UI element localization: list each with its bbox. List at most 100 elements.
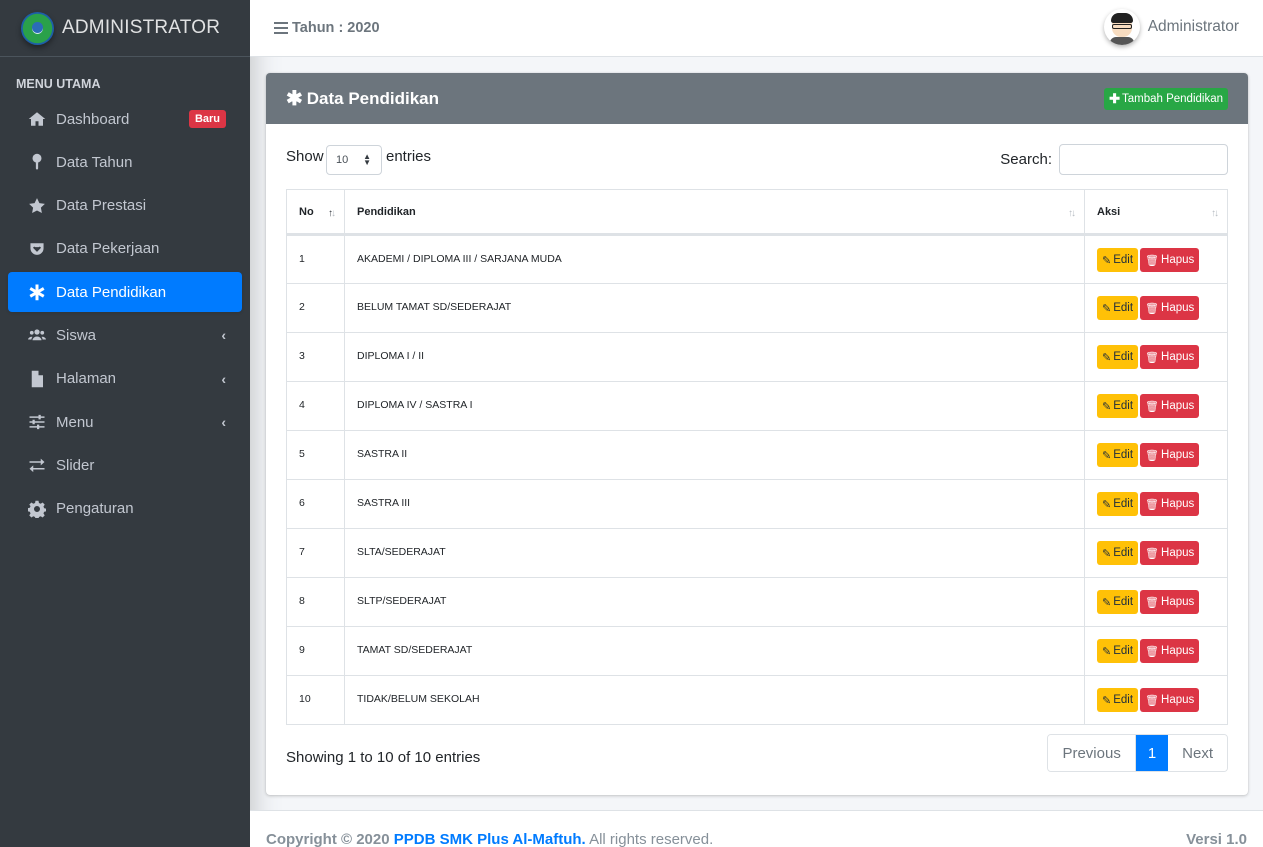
- footer: Copyright © 2020 PPDB SMK Plus Al-Maftuh…: [250, 810, 1263, 847]
- cell-aksi: ✎ Edit 🗑 Hapus: [1084, 626, 1228, 676]
- entries-length-select[interactable]: 10 ▲ ▼: [326, 145, 382, 175]
- table-controls: Show 10 ▲ ▼ entries Search:: [286, 144, 1228, 176]
- table-row: 3 DIPLOMA I / II ✎ Edit 🗑 Hapus: [286, 332, 1228, 382]
- edit-button[interactable]: ✎ Edit: [1097, 248, 1139, 272]
- sidebar-item-halaman[interactable]: Halaman ‹: [8, 359, 242, 399]
- trash-icon: 🗑: [1145, 547, 1160, 560]
- avatar: [1103, 9, 1140, 45]
- column-header-aksi[interactable]: Aksi ↑↓: [1084, 189, 1228, 236]
- sidebar-item-menu[interactable]: Menu ‹: [8, 402, 242, 442]
- cell-aksi: ✎ Edit 🗑 Hapus: [1084, 577, 1228, 627]
- sidebar: ADMINISTRATOR MENU UTAMA Dashboard Baru …: [0, 0, 250, 847]
- edit-icon: ✎: [1102, 596, 1112, 609]
- delete-button[interactable]: 🗑 Hapus: [1140, 443, 1200, 467]
- brand-logo: [21, 11, 54, 45]
- table-row: 6 SASTRA III ✎ Edit 🗑 Hapus: [286, 479, 1228, 529]
- cell-aksi: ✎ Edit 🗑 Hapus: [1084, 528, 1228, 578]
- edit-button[interactable]: ✎ Edit: [1097, 639, 1139, 663]
- sort-asc-icon: ↑↓: [328, 208, 336, 219]
- show-label: Show: [286, 148, 324, 165]
- entries-length-value: 10: [336, 154, 349, 166]
- trash-icon: 🗑: [1145, 351, 1160, 364]
- edit-button[interactable]: ✎ Edit: [1097, 688, 1139, 712]
- cell-no: 3: [286, 332, 345, 382]
- search-input[interactable]: [1059, 144, 1228, 175]
- exchange-icon: [26, 455, 48, 475]
- sidebar-item-data-prestasi[interactable]: Data Prestasi: [8, 186, 242, 226]
- cell-no: 10: [286, 675, 345, 725]
- user-name: Administrator: [1147, 18, 1239, 35]
- table-row: 10 TIDAK/BELUM SEKOLAH ✎ Edit 🗑 Hapus: [286, 675, 1228, 725]
- delete-button[interactable]: 🗑 Hapus: [1140, 394, 1200, 418]
- users-icon: [26, 325, 48, 345]
- trash-icon: 🗑: [1145, 596, 1160, 609]
- delete-button[interactable]: 🗑 Hapus: [1140, 590, 1200, 614]
- table-row: 8 SLTP/SEDERAJAT ✎ Edit 🗑 Hapus: [286, 577, 1228, 627]
- cell-no: 2: [286, 283, 345, 333]
- hamburger-menu-icon[interactable]: [274, 22, 288, 34]
- sidebar-item-label: Pengaturan: [56, 500, 134, 518]
- add-button-label: Tambah Pendidikan: [1121, 93, 1223, 105]
- sidebar-item-label: Halaman: [56, 370, 117, 388]
- edit-button[interactable]: ✎ Edit: [1097, 492, 1139, 516]
- card-title-text: Data Pendidikan: [306, 88, 440, 108]
- edit-button[interactable]: ✎ Edit: [1097, 443, 1139, 467]
- previous-page-button[interactable]: Previous: [1048, 735, 1135, 771]
- edit-icon: ✎: [1102, 449, 1112, 462]
- asterisk-icon: ✱: [286, 88, 303, 110]
- cell-no: 1: [286, 234, 345, 284]
- edit-button[interactable]: ✎ Edit: [1097, 590, 1139, 614]
- edit-icon: ✎: [1102, 547, 1112, 560]
- footer-link[interactable]: PPDB SMK Plus Al-Maftuh.: [394, 831, 586, 847]
- edit-button[interactable]: ✎ Edit: [1097, 296, 1139, 320]
- data-card: ✱ Data Pendidikan ✚ Tambah Pendidikan Sh…: [266, 73, 1248, 795]
- edit-button[interactable]: ✎ Edit: [1097, 345, 1139, 369]
- cell-pendidikan: SLTA/SEDERAJAT: [344, 528, 1085, 578]
- sidebar-item-label: Data Prestasi: [56, 197, 147, 215]
- trash-icon: 🗑: [1145, 694, 1160, 707]
- add-pendidikan-button[interactable]: ✚ Tambah Pendidikan: [1104, 88, 1228, 110]
- sort-icon: ↑↓: [1211, 208, 1219, 219]
- cell-pendidikan: DIPLOMA I / II: [344, 332, 1085, 382]
- table-row: 1 AKADEMI / DIPLOMA III / SARJANA MUDA ✎ Ed…: [286, 234, 1228, 284]
- delete-button[interactable]: 🗑 Hapus: [1140, 345, 1200, 369]
- sidebar-item-pengaturan[interactable]: Pengaturan: [8, 489, 242, 529]
- chevron-left-icon: ‹: [221, 414, 226, 431]
- edit-button[interactable]: ✎ Edit: [1097, 394, 1139, 418]
- cell-aksi: ✎ Edit 🗑 Hapus: [1084, 675, 1228, 725]
- delete-button[interactable]: 🗑 Hapus: [1140, 248, 1200, 272]
- edit-icon: ✎: [1102, 400, 1112, 413]
- delete-button[interactable]: 🗑 Hapus: [1140, 688, 1200, 712]
- sidebar-item-dashboard[interactable]: Dashboard Baru: [8, 99, 242, 139]
- sidebar-item-siswa[interactable]: Siswa ‹: [8, 315, 242, 355]
- home-icon: [26, 109, 48, 129]
- cell-no: 5: [286, 430, 345, 480]
- trash-icon: 🗑: [1145, 254, 1160, 267]
- edit-button[interactable]: ✎ Edit: [1097, 541, 1139, 565]
- sidebar-item-data-pekerjaan[interactable]: Data Pekerjaan: [8, 229, 242, 269]
- sidebar-nav: Dashboard Baru Data Tahun Data Prestasi …: [0, 99, 250, 529]
- column-header-pendidikan[interactable]: Pendidikan ↑↓: [344, 189, 1085, 236]
- delete-button[interactable]: 🗑 Hapus: [1140, 639, 1200, 663]
- edit-icon: ✎: [1102, 302, 1112, 315]
- delete-button[interactable]: 🗑 Hapus: [1140, 492, 1200, 516]
- delete-button[interactable]: 🗑 Hapus: [1140, 296, 1200, 320]
- sort-icon: ↑↓: [1068, 208, 1076, 219]
- table-row: 7 SLTA/SEDERAJAT ✎ Edit 🗑 Hapus: [286, 528, 1228, 578]
- edit-icon: ✎: [1102, 351, 1112, 364]
- next-page-button[interactable]: Next: [1168, 735, 1227, 771]
- table-header-row: No ↑↓ Pendidikan ↑↓ Aksi ↑↓: [286, 189, 1228, 236]
- user-menu[interactable]: Administrator: [1103, 9, 1239, 45]
- year-label: Tahun : 2020: [292, 20, 380, 36]
- page-1-button[interactable]: 1: [1134, 735, 1169, 771]
- table-row: 4 DIPLOMA IV / SASTRA I ✎ Edit 🗑 Hapus: [286, 381, 1228, 431]
- cell-aksi: ✎ Edit 🗑 Hapus: [1084, 283, 1228, 333]
- delete-button[interactable]: 🗑 Hapus: [1140, 541, 1200, 565]
- sidebar-item-data-pendidikan[interactable]: Data Pendidikan: [8, 272, 242, 313]
- sidebar-item-slider[interactable]: Slider: [8, 445, 242, 485]
- column-header-no[interactable]: No ↑↓: [286, 189, 345, 236]
- brand-link[interactable]: ADMINISTRATOR: [0, 0, 250, 57]
- sidebar-item-data-tahun[interactable]: Data Tahun: [8, 142, 242, 182]
- star-icon: [26, 196, 48, 216]
- sidebar-item-label: Data Tahun: [56, 153, 133, 171]
